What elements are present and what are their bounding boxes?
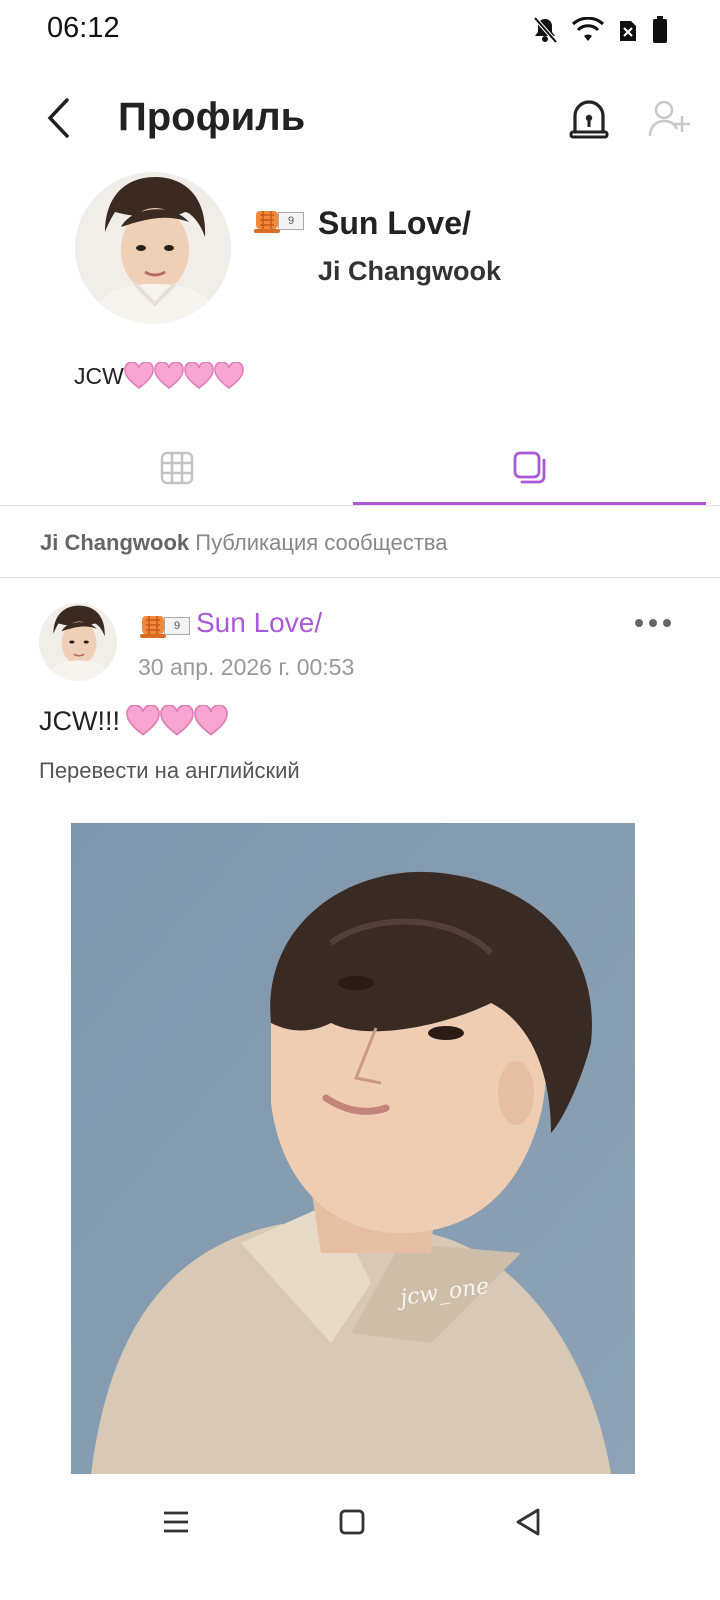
profile-bio: JCW — [74, 362, 244, 390]
stacked-posts-icon — [513, 451, 545, 484]
status-icons — [532, 16, 668, 44]
nav-back-button[interactable] — [498, 1500, 558, 1544]
tabs-divider — [0, 505, 720, 506]
heart-icon — [160, 705, 194, 736]
post-level-badge: 9 — [138, 612, 190, 640]
post-text: JCW!!! — [39, 705, 228, 737]
add-user-icon — [648, 100, 690, 137]
post-author-name[interactable]: Sun Love/ — [196, 607, 322, 639]
post-image[interactable] — [71, 823, 635, 1474]
heart-icon — [126, 705, 160, 736]
post-author-avatar[interactable] — [39, 603, 117, 681]
profile-community[interactable]: Ji Changwook — [318, 256, 501, 287]
no-sim-icon — [620, 21, 636, 41]
community-name[interactable]: Ji Changwook — [40, 530, 189, 555]
profile-name: Sun Love/ — [318, 205, 471, 241]
bell-muted-icon — [533, 16, 558, 44]
wifi-icon — [572, 17, 604, 41]
heart-icon — [194, 705, 228, 736]
community-post-type: Публикация сообщества — [195, 530, 448, 555]
grid-icon — [160, 451, 193, 485]
alarm-light-icon — [569, 100, 609, 139]
level-badge: 9 — [252, 207, 304, 235]
menu-icon — [164, 1511, 188, 1533]
level-number: 9 — [278, 212, 304, 230]
translate-link[interactable]: Перевести на английский — [39, 758, 300, 784]
post-date: 30 апр. 2026 г. 00:53 — [138, 654, 355, 680]
back-button[interactable] — [36, 94, 80, 142]
post-text-content: JCW!!! — [39, 705, 120, 736]
nav-recents-button[interactable] — [146, 1500, 206, 1544]
report-button[interactable] — [566, 94, 612, 142]
chevron-left-icon — [47, 98, 69, 138]
battery-icon — [653, 16, 667, 43]
triangle-back-icon — [516, 1508, 540, 1536]
tab-posts[interactable] — [353, 432, 706, 504]
heart-icon — [214, 362, 244, 389]
page-title: Профиль — [118, 95, 306, 139]
post-level-number: 9 — [164, 617, 190, 635]
profile-avatar[interactable] — [75, 172, 231, 324]
dot-icon — [649, 619, 657, 627]
heart-icon — [124, 362, 154, 389]
community-label: Ji Changwook Публикация сообщества — [40, 530, 447, 556]
dot-icon — [635, 619, 643, 627]
bio-text: JCW — [74, 362, 124, 389]
add-user-button[interactable] — [646, 96, 692, 142]
section-divider — [0, 577, 720, 578]
dot-icon — [663, 619, 671, 627]
nav-home-button[interactable] — [322, 1500, 382, 1544]
tab-grid[interactable] — [0, 432, 353, 504]
heart-icon — [154, 362, 184, 389]
square-icon — [339, 1509, 365, 1535]
more-options-button[interactable] — [630, 610, 676, 636]
status-time: 06:12 — [47, 12, 120, 44]
heart-icon — [184, 362, 214, 389]
